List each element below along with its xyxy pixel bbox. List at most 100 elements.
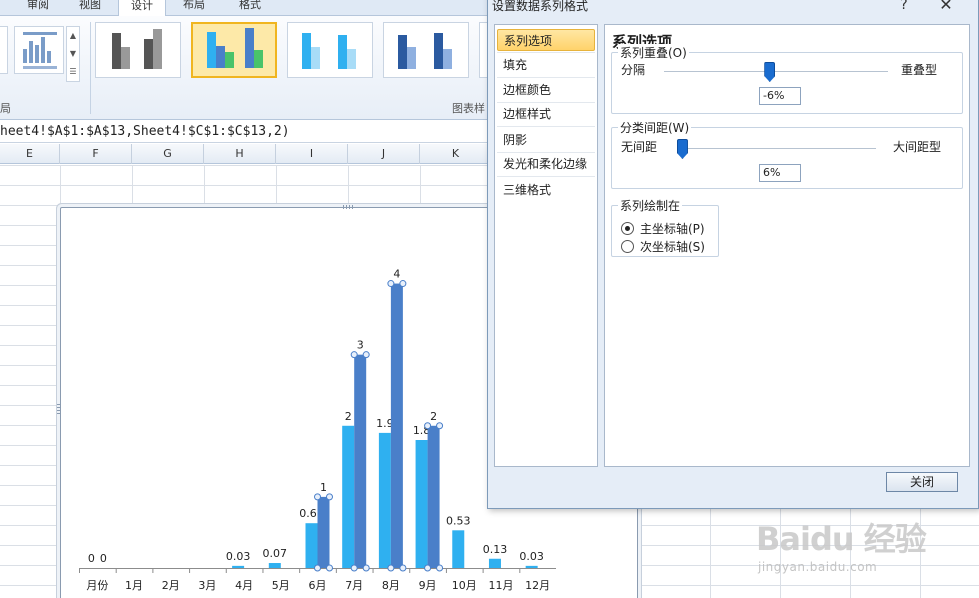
bar-series-2 xyxy=(317,496,330,568)
column-header-f[interactable]: F xyxy=(60,144,132,164)
layout-thumb-partial[interactable] xyxy=(0,26,8,74)
dialog-nav-panel: 系列选项 填充 边框颜色 边框样式 阴影 发光和柔化边缘 三维格式 xyxy=(494,24,598,467)
selection-handle xyxy=(362,564,370,572)
gap-slider-thumb[interactable] xyxy=(676,139,688,159)
layout-gallery-scroll[interactable]: ▲ ▼ ☰ xyxy=(66,26,80,82)
selection-handle xyxy=(424,422,432,430)
overlap-left-label: 分隔 xyxy=(621,63,646,77)
selection-handle xyxy=(436,564,444,572)
overlap-slider-track[interactable] xyxy=(664,71,888,73)
x-tick-label: 3月 xyxy=(198,579,216,592)
nav-divider xyxy=(497,176,595,177)
x-tick-label: 5月 xyxy=(272,579,290,592)
overlap-slider-thumb[interactable] xyxy=(764,62,776,82)
column-header-g[interactable]: G xyxy=(132,144,204,164)
nav-item-glow-soft-edges[interactable]: 发光和柔化边缘 xyxy=(497,153,595,175)
dialog-content-panel: 系列选项 系列重叠(O) 分隔 重叠型 -6% 分类间距(W) 无间距 大间距型… xyxy=(604,24,970,467)
secondary-axis-label: 次坐标轴(S) xyxy=(640,240,705,254)
selection-handle xyxy=(314,564,321,572)
chart-styles-gallery xyxy=(95,22,495,84)
x-tick-label: 月份 xyxy=(86,579,108,592)
help-icon[interactable]: ? xyxy=(895,0,913,13)
x-tick-label: 4月 xyxy=(235,579,253,592)
bar-series-1 xyxy=(452,530,465,568)
bar-series-1 xyxy=(305,523,318,568)
x-tick-label: 9月 xyxy=(419,579,437,592)
plot-series-on-legend: 系列绘制在 xyxy=(618,197,683,214)
data-label: 0.03 xyxy=(226,550,251,563)
nav-item-shadow[interactable]: 阴影 xyxy=(497,129,595,151)
column-header-j[interactable]: J xyxy=(348,144,420,164)
overlap-value-input[interactable]: -6% xyxy=(759,87,801,105)
selection-handle xyxy=(314,493,321,501)
data-label: 0.53 xyxy=(446,514,471,527)
selection-handle xyxy=(424,564,432,572)
series-overlap-group: 系列重叠(O) 分隔 重叠型 -6% xyxy=(611,44,963,114)
nav-divider xyxy=(497,126,595,127)
chart-style-2-selected[interactable] xyxy=(191,22,277,78)
chart-style-4[interactable] xyxy=(383,22,469,78)
data-label: 2 xyxy=(430,410,437,423)
chart-layout-group-label: 局 xyxy=(0,102,11,115)
data-label: 2 xyxy=(345,410,352,423)
tab-design[interactable]: 设计 xyxy=(118,0,166,16)
column-header-e[interactable]: E xyxy=(0,144,60,164)
dialog-body: 系列选项 填充 边框颜色 边框样式 阴影 发光和柔化边缘 三维格式 系列选项 系… xyxy=(494,24,970,467)
primary-axis-option[interactable]: 主坐标轴(P) xyxy=(621,220,705,237)
bar-series-1 xyxy=(268,563,281,568)
gap-value-input[interactable]: 6% xyxy=(759,164,801,182)
secondary-axis-option[interactable]: 次坐标轴(S) xyxy=(621,238,705,255)
x-tick-label: 2月 xyxy=(162,579,180,592)
data-label: 0.03 xyxy=(519,550,544,563)
tab-review[interactable]: 审阅 xyxy=(18,0,58,16)
selection-handle xyxy=(350,564,358,572)
bar-series-1 xyxy=(342,425,355,568)
nav-item-series-options[interactable]: 系列选项 xyxy=(497,29,595,51)
column-header-k[interactable]: K xyxy=(420,144,492,164)
primary-axis-radio[interactable] xyxy=(621,222,634,235)
selection-handle xyxy=(387,564,395,572)
gap-width-legend: 分类间距(W) xyxy=(618,119,692,136)
x-tick-label: 11月 xyxy=(488,579,513,592)
bar-series-1 xyxy=(525,565,538,568)
chart-style-1[interactable] xyxy=(95,22,181,78)
nav-item-3d-format[interactable]: 三维格式 xyxy=(497,179,595,201)
data-label: 0.07 xyxy=(263,547,288,560)
series-overlap-legend: 系列重叠(O) xyxy=(618,44,689,61)
bar-series-2 xyxy=(390,283,403,568)
data-label: 4 xyxy=(393,268,400,281)
nav-item-fill[interactable]: 填充 xyxy=(497,54,595,76)
x-tick-label: 10月 xyxy=(452,579,477,592)
selection-handle xyxy=(436,422,444,430)
selection-handle xyxy=(387,280,395,288)
column-header-i[interactable]: I xyxy=(276,144,348,164)
chart-layout-thumb[interactable] xyxy=(14,26,64,74)
chart-style-3[interactable] xyxy=(287,22,373,78)
selection-handle xyxy=(326,564,333,572)
tab-layout[interactable]: 布局 xyxy=(170,0,218,16)
overlap-right-label: 重叠型 xyxy=(901,63,938,77)
x-tick-label: 1月 xyxy=(125,579,143,592)
x-tick-label: 12月 xyxy=(525,579,550,592)
column-header-h[interactable]: H xyxy=(204,144,276,164)
x-tick-label: 6月 xyxy=(309,579,327,592)
x-tick-label: 8月 xyxy=(382,579,400,592)
bar-series-2 xyxy=(427,425,440,568)
selection-handle xyxy=(399,280,407,288)
close-icon[interactable]: ✕ xyxy=(936,0,956,14)
nav-item-border-color[interactable]: 边框颜色 xyxy=(497,79,595,101)
primary-axis-label: 主坐标轴(P) xyxy=(640,222,705,236)
tab-format[interactable]: 格式 xyxy=(226,0,274,16)
gap-left-label: 无间距 xyxy=(621,140,658,154)
watermark-logo: Baidu 经验 xyxy=(756,520,927,558)
secondary-axis-radio[interactable] xyxy=(621,240,634,253)
bar-series-1 xyxy=(415,440,428,568)
selection-handle xyxy=(362,351,370,359)
nav-item-border-style[interactable]: 边框样式 xyxy=(497,103,595,125)
data-label: 0.13 xyxy=(483,543,508,556)
nav-divider xyxy=(497,52,595,53)
gap-slider-track[interactable] xyxy=(680,148,876,150)
tab-view[interactable]: 视图 xyxy=(70,0,110,16)
data-label: 3 xyxy=(357,339,364,352)
close-button[interactable]: 关闭 xyxy=(886,472,958,492)
